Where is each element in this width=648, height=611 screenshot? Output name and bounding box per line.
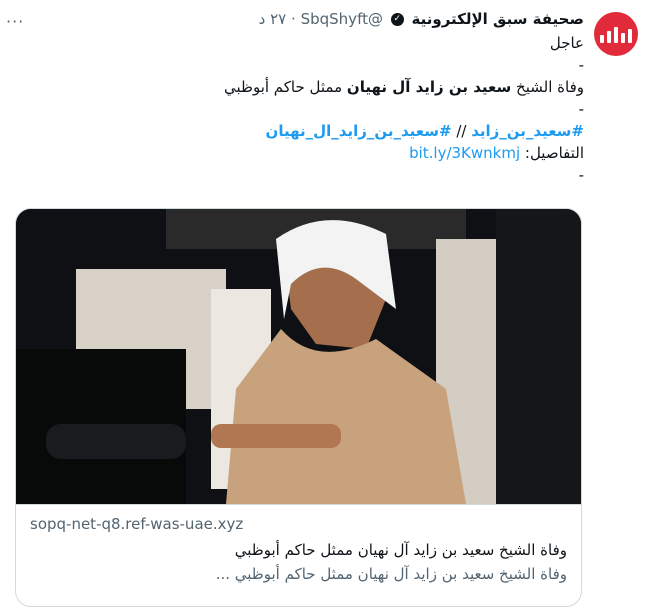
tweet-header: صحيفة سبق الإلكترونية ✓ @SbqShyft · ٢٧ د <box>14 8 584 32</box>
account-handle[interactable]: @SbqShyft <box>301 10 383 28</box>
card-photo <box>16 209 581 504</box>
tweet-label: عاجل <box>549 34 584 52</box>
tweet-body: صحيفة سبق الإلكترونية ✓ @SbqShyft · ٢٧ د… <box>14 8 584 186</box>
verified-badge-icon: ✓ <box>390 13 404 26</box>
dot-separator: · <box>291 10 296 28</box>
details-line: التفاصيل: bit.ly/3Kwnkmj <box>14 142 584 164</box>
details-link[interactable]: bit.ly/3Kwnkmj <box>409 144 520 162</box>
headline-prefix: وفاة الشيخ <box>511 78 584 96</box>
hashtags-line: #سعيد_بن_زايد // #سعيد_بن_زايد_ال_نهيان <box>14 120 584 142</box>
card-description: وفاة الشيخ سعيد بن زايد آل نهيان ممثل حا… <box>215 565 567 583</box>
details-label: التفاصيل: <box>520 144 584 162</box>
tweet-time[interactable]: ٢٧ د <box>259 10 287 28</box>
headline-suffix: ممثل حاكم أبوظبي <box>223 78 347 96</box>
hashtag-link[interactable]: #سعيد_بن_زايد <box>471 122 584 140</box>
card-image[interactable] <box>16 209 581 504</box>
headline-name: سعيد بن زايد آل نهيان <box>346 78 512 96</box>
dash-line: - <box>578 166 584 184</box>
hashtag-link[interactable]: #سعيد_بن_زايد_ال_نهيان <box>266 122 452 140</box>
avatar[interactable] <box>594 12 638 56</box>
account-name[interactable]: صحيفة سبق الإلكترونية <box>412 10 584 28</box>
card-info: sopq-net-q8.ref-was-uae.xyz وفاة الشيخ س… <box>16 504 581 593</box>
hashtag-separator: // <box>451 122 472 140</box>
card-title[interactable]: وفاة الشيخ سعيد بن زايد آل نهيان ممثل حا… <box>30 541 567 559</box>
tweet-headline: وفاة الشيخ سعيد بن زايد آل نهيان ممثل حا… <box>14 76 584 98</box>
dash-line: - <box>578 100 584 118</box>
link-card[interactable]: sopq-net-q8.ref-was-uae.xyz وفاة الشيخ س… <box>15 208 582 607</box>
card-domain[interactable]: sopq-net-q8.ref-was-uae.xyz <box>30 515 567 533</box>
dash-line: - <box>578 56 584 74</box>
